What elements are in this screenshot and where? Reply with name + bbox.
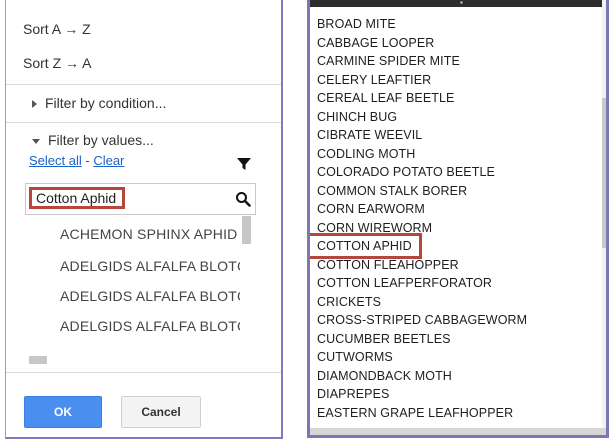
list-item[interactable]: CORN EARWORM [317,202,425,216]
vertical-scrollbar-thumb[interactable] [602,98,606,248]
menu-divider [6,84,281,85]
list-item[interactable]: CROSS-STRIPED CABBAGEWORM [317,313,527,327]
menu-divider [6,372,281,373]
vertical-scrollbar-thumb[interactable] [242,216,251,244]
list-item[interactable]: CUCUMBER BEETLES [317,332,451,346]
list-item[interactable]: CEREAL LEAF BEETLE [317,91,455,105]
filter-funnel-icon[interactable] [236,156,252,172]
list-item[interactable]: DIAPREPES [317,387,389,401]
search-box [25,183,256,215]
search-input[interactable] [29,187,125,209]
chevron-right-icon [32,100,37,109]
filter-dropdown-panel: Sort A → Z Sort Z → A Filter by conditio… [5,0,283,439]
highlight-box [310,233,422,259]
list-item[interactable]: EASTERN GRAPE LEAFHOPPER [317,406,513,420]
chevron-down-icon [32,138,40,144]
filter-by-condition-label: Filter by condition... [45,95,167,111]
list-item[interactable]: CUTWORMS [317,350,393,364]
pest-list-panel: ▪ BROAD MITE CABBAGE LOOPER CARMINE SPID… [307,0,609,438]
list-item[interactable]: COTTON FLEAHOPPER [317,258,459,272]
list-item[interactable]: ADELGIDS ALFALFA BLOTCH [60,258,240,274]
select-clear-links: Select all - Clear [29,153,124,168]
sort-a-z-menu-item[interactable]: Sort A → Z [23,21,91,37]
search-icon[interactable] [235,191,251,207]
list-item[interactable]: CELERY LEAFTIER [317,73,431,87]
drag-handle-icon[interactable]: ▪ [460,0,466,7]
link-separator: - [81,153,94,168]
list-item[interactable]: CODLING MOTH [317,147,415,161]
list-item[interactable]: ADELGIDS ALFALFA BLOTCH [60,318,240,334]
list-item[interactable]: ACHEMON SPHINX APHID [60,226,240,242]
values-list: ACHEMON SPHINX APHID ADELGIDS ALFALFA BL… [6,220,266,350]
filter-by-values-label: Filter by values... [48,132,154,148]
list-item[interactable]: CABBAGE LOOPER [317,36,434,50]
list-item[interactable]: ADELGIDS ALFALFA BLOTCH [60,288,240,304]
list-item[interactable]: BROAD MITE [317,17,396,31]
list-item[interactable]: COMMON STALK BORER [317,184,467,198]
menu-divider [6,122,281,123]
horizontal-scrollbar-thumb[interactable] [29,356,47,364]
ok-button[interactable]: OK [24,396,102,428]
cancel-button[interactable]: Cancel [121,396,201,428]
filter-by-condition-toggle[interactable]: Filter by condition... [32,95,166,111]
clear-link[interactable]: Clear [93,153,124,168]
sort-z-a-menu-item[interactable]: Sort Z → A [23,55,91,71]
list-item[interactable]: CARMINE SPIDER MITE [317,54,460,68]
list-item[interactable]: COTTON LEAFPERFORATOR [317,276,492,290]
horizontal-scrollbar-track[interactable] [310,428,606,435]
select-all-link[interactable]: Select all [29,153,82,168]
list-item[interactable]: CHINCH BUG [317,110,397,124]
list-item[interactable]: CRICKETS [317,295,381,309]
list-item[interactable]: DIAMONDBACK MOTH [317,369,452,383]
list-item[interactable]: COLORADO POTATO BEETLE [317,165,495,179]
filter-by-values-toggle[interactable]: Filter by values... [32,132,154,148]
list-item[interactable]: CIBRATE WEEVIL [317,128,422,142]
